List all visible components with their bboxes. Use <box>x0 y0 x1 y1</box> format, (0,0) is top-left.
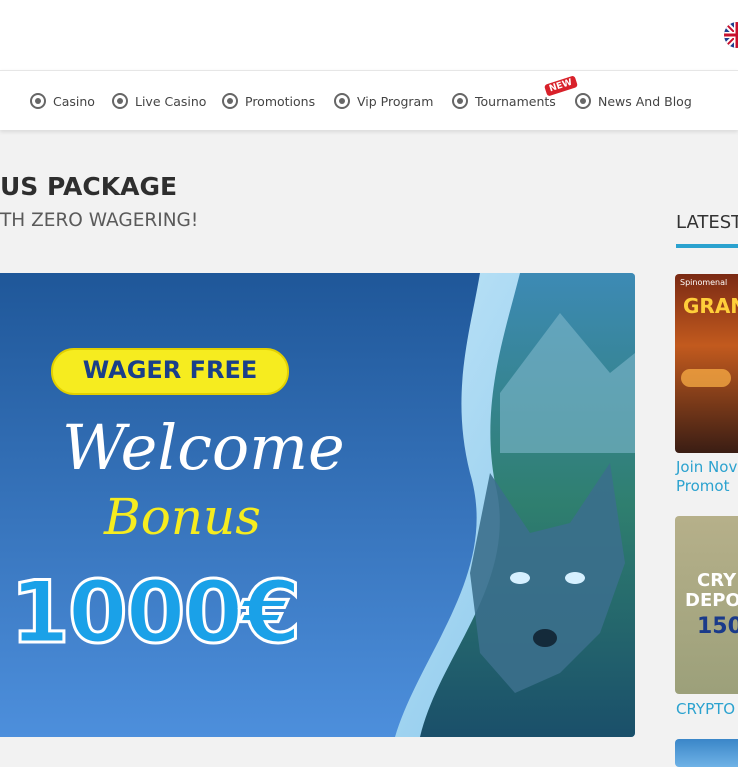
banner-bonus-text: Bonus <box>104 488 261 546</box>
crown-icon <box>334 93 350 109</box>
main-nav: Casino Live Casino Promotions Vip Progra… <box>0 70 738 130</box>
card-title-line: CRYPTO <box>676 700 736 718</box>
gift-icon <box>222 93 238 109</box>
page-subtitle: TH ZERO WAGERING! <box>0 210 199 231</box>
nav-item-news-and-blog[interactable]: News And Blog <box>575 92 692 110</box>
live-casino-icon <box>112 93 128 109</box>
uk-flag-icon[interactable] <box>724 22 738 48</box>
promo-card-title[interactable]: Join Nov Promot <box>676 458 737 496</box>
trophy-icon <box>452 93 468 109</box>
card-image-line: 150 <box>697 614 738 639</box>
nav-item-promotions[interactable]: Promotions <box>222 92 315 110</box>
card-light-decor <box>681 369 731 387</box>
nav-item-tournaments[interactable]: Tournaments <box>452 92 556 110</box>
nav-item-casino[interactable]: Casino <box>30 92 95 110</box>
nav-item-label: Tournaments <box>475 93 556 109</box>
nav-item-live-casino[interactable]: Live Casino <box>112 92 206 110</box>
card-image-line: DEPO <box>685 590 738 611</box>
next-card-image[interactable] <box>675 739 738 767</box>
card-title-line: Promot <box>676 477 730 495</box>
card-provider-text: Spinomenal <box>680 278 728 287</box>
wager-free-badge-text: WAGER FREE <box>82 356 258 384</box>
banner-amount-text: 1000€ <box>8 562 302 665</box>
top-header <box>0 0 738 70</box>
nav-item-label: Promotions <box>245 93 316 109</box>
nav-item-label: News And Blog <box>598 93 692 109</box>
nav-item-label: Vip Program <box>357 93 434 109</box>
megaphone-icon <box>575 93 591 109</box>
card-image-title: GRAN <box>683 294 738 318</box>
latest-heading: LATEST <box>676 212 738 233</box>
latest-underline <box>676 244 738 248</box>
welcome-bonus-banner[interactable]: WAGER FREE Welcome Bonus 1000€ <box>0 273 635 737</box>
crypto-card-title[interactable]: CRYPTO <box>676 700 735 719</box>
page-title: US PACKAGE <box>0 172 178 201</box>
casino-chip-icon <box>30 93 46 109</box>
promo-card-image[interactable]: Spinomenal GRAN <box>675 274 738 453</box>
card-image-line: CRY <box>697 570 737 591</box>
crypto-card-image[interactable]: CRY DEPO 150 <box>675 516 738 694</box>
card-title-line: Join Nov <box>676 458 738 476</box>
nav-item-label: Live Casino <box>135 93 207 109</box>
banner-welcome-text: Welcome <box>62 411 345 484</box>
nav-item-label: Casino <box>53 93 95 109</box>
nav-item-vip-program[interactable]: Vip Program <box>334 92 433 110</box>
